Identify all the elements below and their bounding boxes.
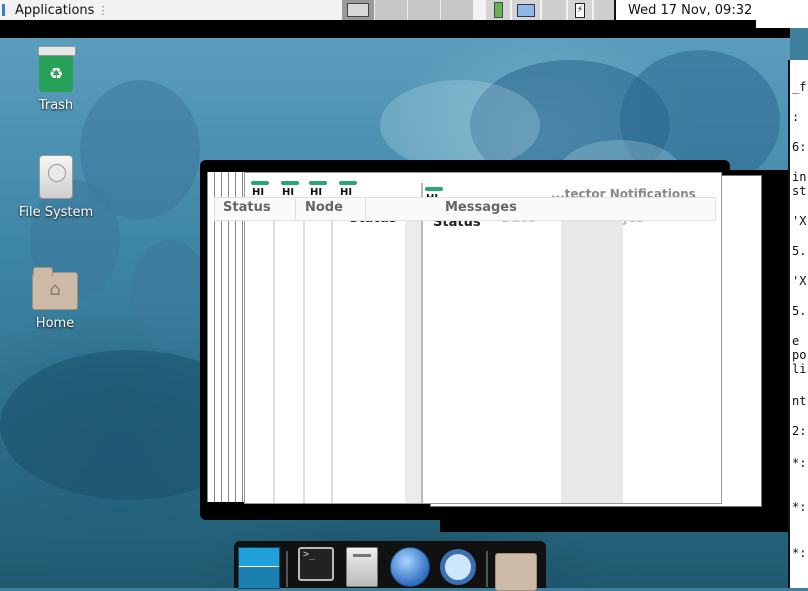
terminal-window-edge[interactable]: _f : 6: in st 'X 5. 'X 5. e po li nt 2: … (788, 60, 808, 588)
terminal-text: 5. (792, 244, 807, 258)
show-desktop-icon (238, 547, 280, 589)
top-panel: Applications ⋮ ⚡ Wed 17 Nov, 09:32 (0, 0, 808, 21)
web-browser-icon (390, 547, 430, 587)
network-icon[interactable] (512, 0, 540, 20)
home-folder-icon: ⌂ (32, 267, 78, 310)
terminal-text: in (792, 170, 807, 184)
workspace-2[interactable] (375, 0, 408, 20)
column-divider (331, 213, 333, 503)
search-icon (440, 549, 476, 585)
hard-disk-icon (39, 155, 73, 199)
dock-show-desktop[interactable] (237, 547, 281, 589)
window-edge (421, 183, 423, 503)
desktop-icon-home[interactable]: ⌂ Home (5, 267, 105, 331)
dock-terminal[interactable]: >_ (294, 547, 338, 588)
table-column-shade (561, 215, 623, 503)
tab-messages[interactable]: Messages (445, 200, 517, 215)
terminal-text: *: (792, 456, 807, 470)
dock-separator (286, 551, 288, 587)
desktop-icon-label: File System (18, 205, 94, 220)
system-tray: ⚡ (486, 0, 620, 20)
applications-menu-icon (2, 4, 11, 16)
desktop-icon-file-system[interactable]: File System (6, 155, 106, 220)
terminal-text: e (792, 334, 800, 348)
workspace-4[interactable] (441, 0, 474, 20)
terminal-text: 'X (792, 214, 807, 228)
power-manager-icon[interactable]: ⚡ (568, 0, 592, 20)
terminal-text: 2: (792, 424, 807, 438)
column-divider (405, 213, 421, 503)
column-divider (303, 213, 305, 503)
file-cabinet-icon (346, 547, 378, 587)
dock-app-finder[interactable] (436, 547, 480, 588)
column-divider (273, 213, 275, 503)
panel-shadow-band (0, 20, 790, 38)
dock-web-browser[interactable] (388, 547, 432, 588)
terminal-text: : (792, 110, 800, 124)
terminal-text: li (792, 362, 807, 376)
desktop-icon-label: Home (35, 316, 75, 331)
applications-menu-label: Applications (15, 2, 95, 18)
terminal-icon: >_ (298, 547, 334, 581)
recycle-icon: ♻ (38, 46, 76, 92)
hpe-logo-icon: HI (281, 181, 299, 198)
dock-file-manager[interactable] (340, 547, 384, 588)
tab-status[interactable]: Status (223, 200, 271, 215)
panel-grip-icon: ⋮ (97, 3, 109, 17)
workspace-1[interactable] (342, 0, 375, 20)
tab-divider (365, 198, 366, 220)
workspace-pager (342, 0, 474, 20)
applications-menu[interactable]: Applications ⋮ (0, 0, 108, 20)
window-thumbnail (347, 3, 369, 17)
dock-separator (486, 551, 488, 587)
terminal-text: _f (792, 80, 807, 94)
terminal-text: nt (792, 394, 807, 408)
hpe-main-window[interactable]: HI HI HI HI HI ...tector Notifications S… (244, 172, 722, 504)
terminal-text: 6: (792, 140, 807, 154)
terminal-text: st (792, 184, 807, 198)
tab-node[interactable]: Node (305, 200, 343, 215)
desktop-icon-trash[interactable]: ♻ Trash (6, 46, 106, 113)
battery-icon[interactable] (486, 0, 510, 20)
bottom-dock: >_ (234, 541, 546, 591)
dock-home-folder[interactable] (494, 547, 538, 591)
folder-icon (495, 553, 537, 591)
hpe-logo-icon: HI (251, 181, 269, 198)
tab-divider (295, 198, 296, 220)
terminal-text: po (792, 348, 807, 362)
terminal-text: 5. (792, 304, 807, 318)
terminal-text: *: (792, 500, 807, 514)
terminal-text: *: (792, 546, 807, 560)
panel-overflow-area (756, 0, 808, 28)
hpe-logo-icon: HI (309, 181, 327, 198)
ghost-tab-bar: Status Node Messages (214, 197, 716, 221)
hpe-logo-icon: HI (339, 181, 357, 198)
terminal-text: 'X (792, 274, 807, 288)
desktop-icon-label: Trash (38, 98, 74, 113)
workspace-3[interactable] (408, 0, 441, 20)
tray-empty-slot (542, 0, 566, 20)
wallpaper-mist (380, 80, 540, 170)
wallpaper-tree-shape (130, 240, 210, 350)
